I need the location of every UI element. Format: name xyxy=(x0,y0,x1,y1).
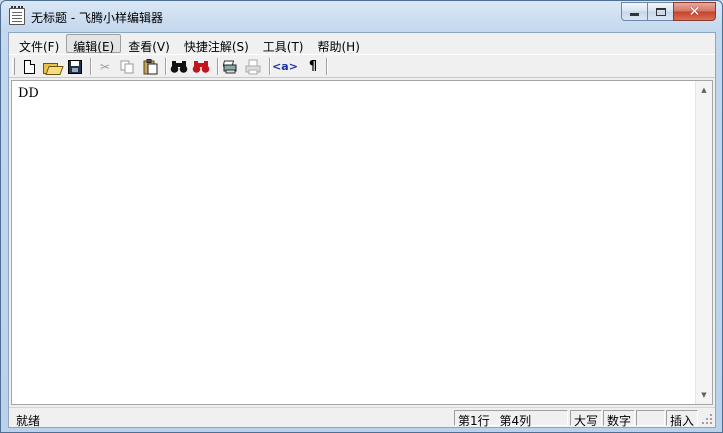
minimize-icon xyxy=(630,13,639,16)
vertical-scrollbar[interactable]: ▲ ▼ xyxy=(695,81,712,404)
status-scroll xyxy=(636,410,665,426)
toolbar-separator xyxy=(165,58,167,75)
toolbar-separator xyxy=(326,58,328,75)
cut-button[interactable]: ✂ xyxy=(95,57,115,76)
find-icon xyxy=(170,60,188,73)
text-editor[interactable]: DD ▲ ▼ xyxy=(11,80,713,405)
print-button[interactable] xyxy=(243,57,263,76)
close-icon: ✕ xyxy=(688,3,701,20)
maximize-button[interactable] xyxy=(647,2,673,21)
insert-tag-button[interactable]: <a> xyxy=(272,57,298,76)
open-file-button[interactable] xyxy=(40,57,60,76)
find-button[interactable] xyxy=(169,57,189,76)
open-folder-icon xyxy=(42,62,58,74)
toolbar-separator xyxy=(217,58,219,75)
save-icon xyxy=(68,59,82,74)
replace-button[interactable] xyxy=(191,57,211,76)
status-bar: 就绪 第1行 第4列 大写 数字 插入 xyxy=(9,407,715,428)
print-icon xyxy=(245,59,261,74)
paste-icon xyxy=(143,58,157,74)
minimize-button[interactable] xyxy=(621,2,647,21)
window-title: 无标题 - 飞腾小样编辑器 xyxy=(31,11,163,25)
status-line-column: 第1行 第4列 xyxy=(454,410,568,428)
client-area: 文件(F) 编辑(E) 查看(V) 快捷注解(S) 工具(T) 帮助(H) ✂ xyxy=(8,32,716,428)
editor-content[interactable]: DD xyxy=(18,86,39,101)
resize-grip-icon[interactable] xyxy=(701,413,713,425)
replace-icon xyxy=(192,60,210,73)
scroll-up-icon: ▲ xyxy=(701,86,707,94)
toolbar: ✂ <a> ¶ xyxy=(9,54,715,78)
status-column: 第4列 xyxy=(499,414,532,428)
copy-button[interactable] xyxy=(117,57,137,76)
status-caps: 大写 xyxy=(570,410,602,428)
menu-help[interactable]: 帮助(H) xyxy=(311,34,367,54)
maximize-icon xyxy=(655,7,666,16)
menu-file[interactable]: 文件(F) xyxy=(12,34,66,54)
toolbar-separator xyxy=(269,58,271,75)
status-num: 数字 xyxy=(603,410,635,428)
status-insert: 插入 xyxy=(666,410,698,428)
toolbar-separator xyxy=(90,58,92,75)
menu-tools[interactable]: 工具(T) xyxy=(256,34,311,54)
print-preview-button[interactable] xyxy=(221,57,241,76)
new-file-icon xyxy=(23,59,35,74)
caption-buttons: ✕ xyxy=(621,2,716,22)
menu-view[interactable]: 查看(V) xyxy=(121,34,177,54)
title-bar[interactable]: 无标题 - 飞腾小样编辑器 ✕ xyxy=(1,1,722,32)
status-ready-text: 就绪 xyxy=(16,414,41,428)
menu-edit[interactable]: 编辑(E) xyxy=(66,34,122,54)
toolbar-grip[interactable] xyxy=(12,58,15,75)
save-button[interactable] xyxy=(65,57,85,76)
paragraph-mark-icon: ¶ xyxy=(308,59,318,74)
app-window: 无标题 - 飞腾小样编辑器 ✕ 文件(F) 编辑(E) 查看(V) 快捷注解(S… xyxy=(0,0,723,433)
cut-icon: ✂ xyxy=(99,59,111,74)
print-preview-icon xyxy=(223,60,237,73)
tag-icon: <a> xyxy=(272,60,298,73)
menu-annotation[interactable]: 快捷注解(S) xyxy=(177,34,256,54)
paste-button[interactable] xyxy=(140,57,160,76)
notepad-app-icon[interactable] xyxy=(9,6,25,25)
close-button[interactable]: ✕ xyxy=(673,2,716,21)
paragraph-mark-button[interactable]: ¶ xyxy=(303,57,323,76)
new-file-button[interactable] xyxy=(19,57,39,76)
menu-bar: 文件(F) 编辑(E) 查看(V) 快捷注解(S) 工具(T) 帮助(H) xyxy=(9,33,715,54)
scroll-down-icon: ▼ xyxy=(701,391,707,399)
status-line: 第1行 xyxy=(458,414,490,428)
copy-icon xyxy=(120,60,134,73)
scroll-down-button[interactable]: ▼ xyxy=(696,387,712,403)
scroll-up-button[interactable]: ▲ xyxy=(696,82,712,98)
